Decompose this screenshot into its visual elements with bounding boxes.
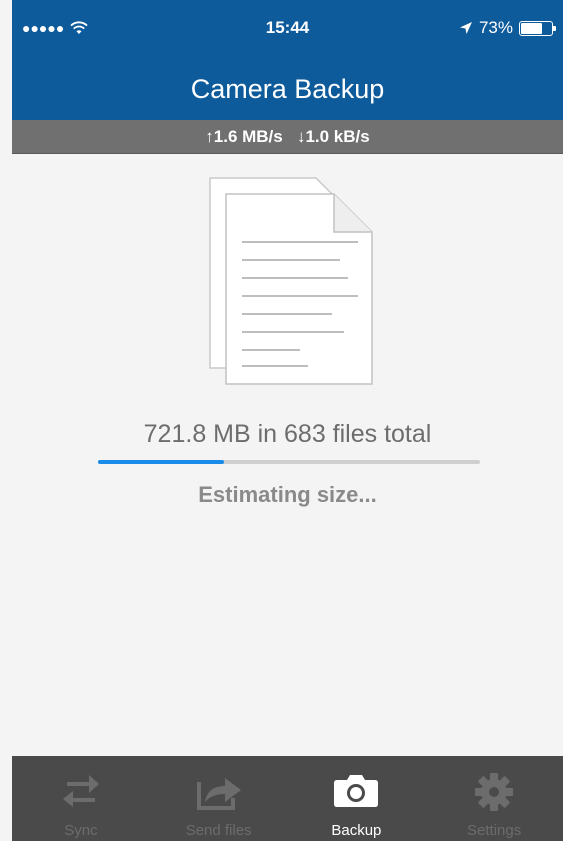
tab-send-files-label: Send files	[185, 822, 252, 839]
battery-percent: 73%	[478, 18, 513, 37]
camera-icon	[334, 775, 379, 807]
status-right: 73%	[459, 18, 556, 38]
documents-icon	[209, 177, 373, 385]
tab-bar: Sync Send files Backup Settings	[12, 756, 563, 841]
transfer-speed-bar: ↑1.6 MB/s ↓1.0 kB/s	[12, 120, 563, 154]
backup-status-message: Estimating size...	[198, 482, 377, 507]
app-screen: ●●●●● 15:44 73% Camera Backup ↑1.6 MB/s …	[0, 0, 563, 841]
download-speed: ↓1.0 kB/s	[296, 127, 370, 146]
backup-content: 721.8 MB in 683 files total Estimating s…	[12, 154, 563, 756]
upload-speed: ↑1.6 MB/s	[205, 127, 283, 146]
battery-icon	[519, 20, 556, 36]
tab-backup-label: Backup	[331, 822, 382, 839]
gear-icon	[475, 773, 514, 811]
tab-sync-label: Sync	[64, 822, 98, 839]
page-title: Camera Backup	[190, 74, 385, 104]
backup-size-label: 721.8 MB in 683 files total	[143, 420, 432, 448]
backup-progress-fill	[98, 460, 225, 464]
tab-settings[interactable]: Settings	[425, 756, 563, 841]
backup-progress-bar	[98, 460, 480, 464]
sync-icon	[62, 775, 99, 807]
tab-settings-label: Settings	[467, 822, 522, 839]
location-arrow-icon	[459, 22, 472, 34]
tab-send-files[interactable]: Send files	[150, 756, 288, 841]
send-icon	[196, 778, 241, 810]
nav-bar: Camera Backup	[12, 64, 563, 120]
tab-backup[interactable]: Backup	[288, 756, 426, 841]
battery-nub	[553, 25, 556, 31]
status-bar: ●●●●● 15:44 73%	[12, 0, 563, 64]
tab-sync[interactable]: Sync	[12, 756, 150, 841]
speed-separator	[287, 127, 292, 146]
battery-fill	[521, 22, 543, 34]
